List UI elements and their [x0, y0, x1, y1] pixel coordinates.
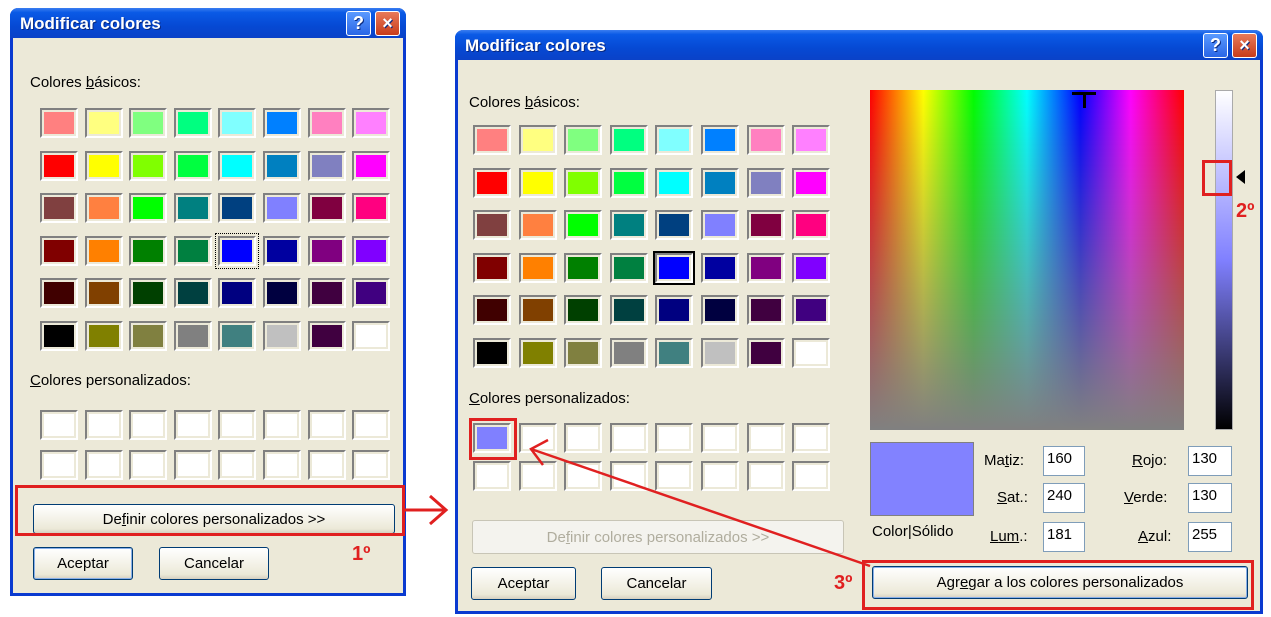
step-3-arrow [529, 438, 871, 568]
